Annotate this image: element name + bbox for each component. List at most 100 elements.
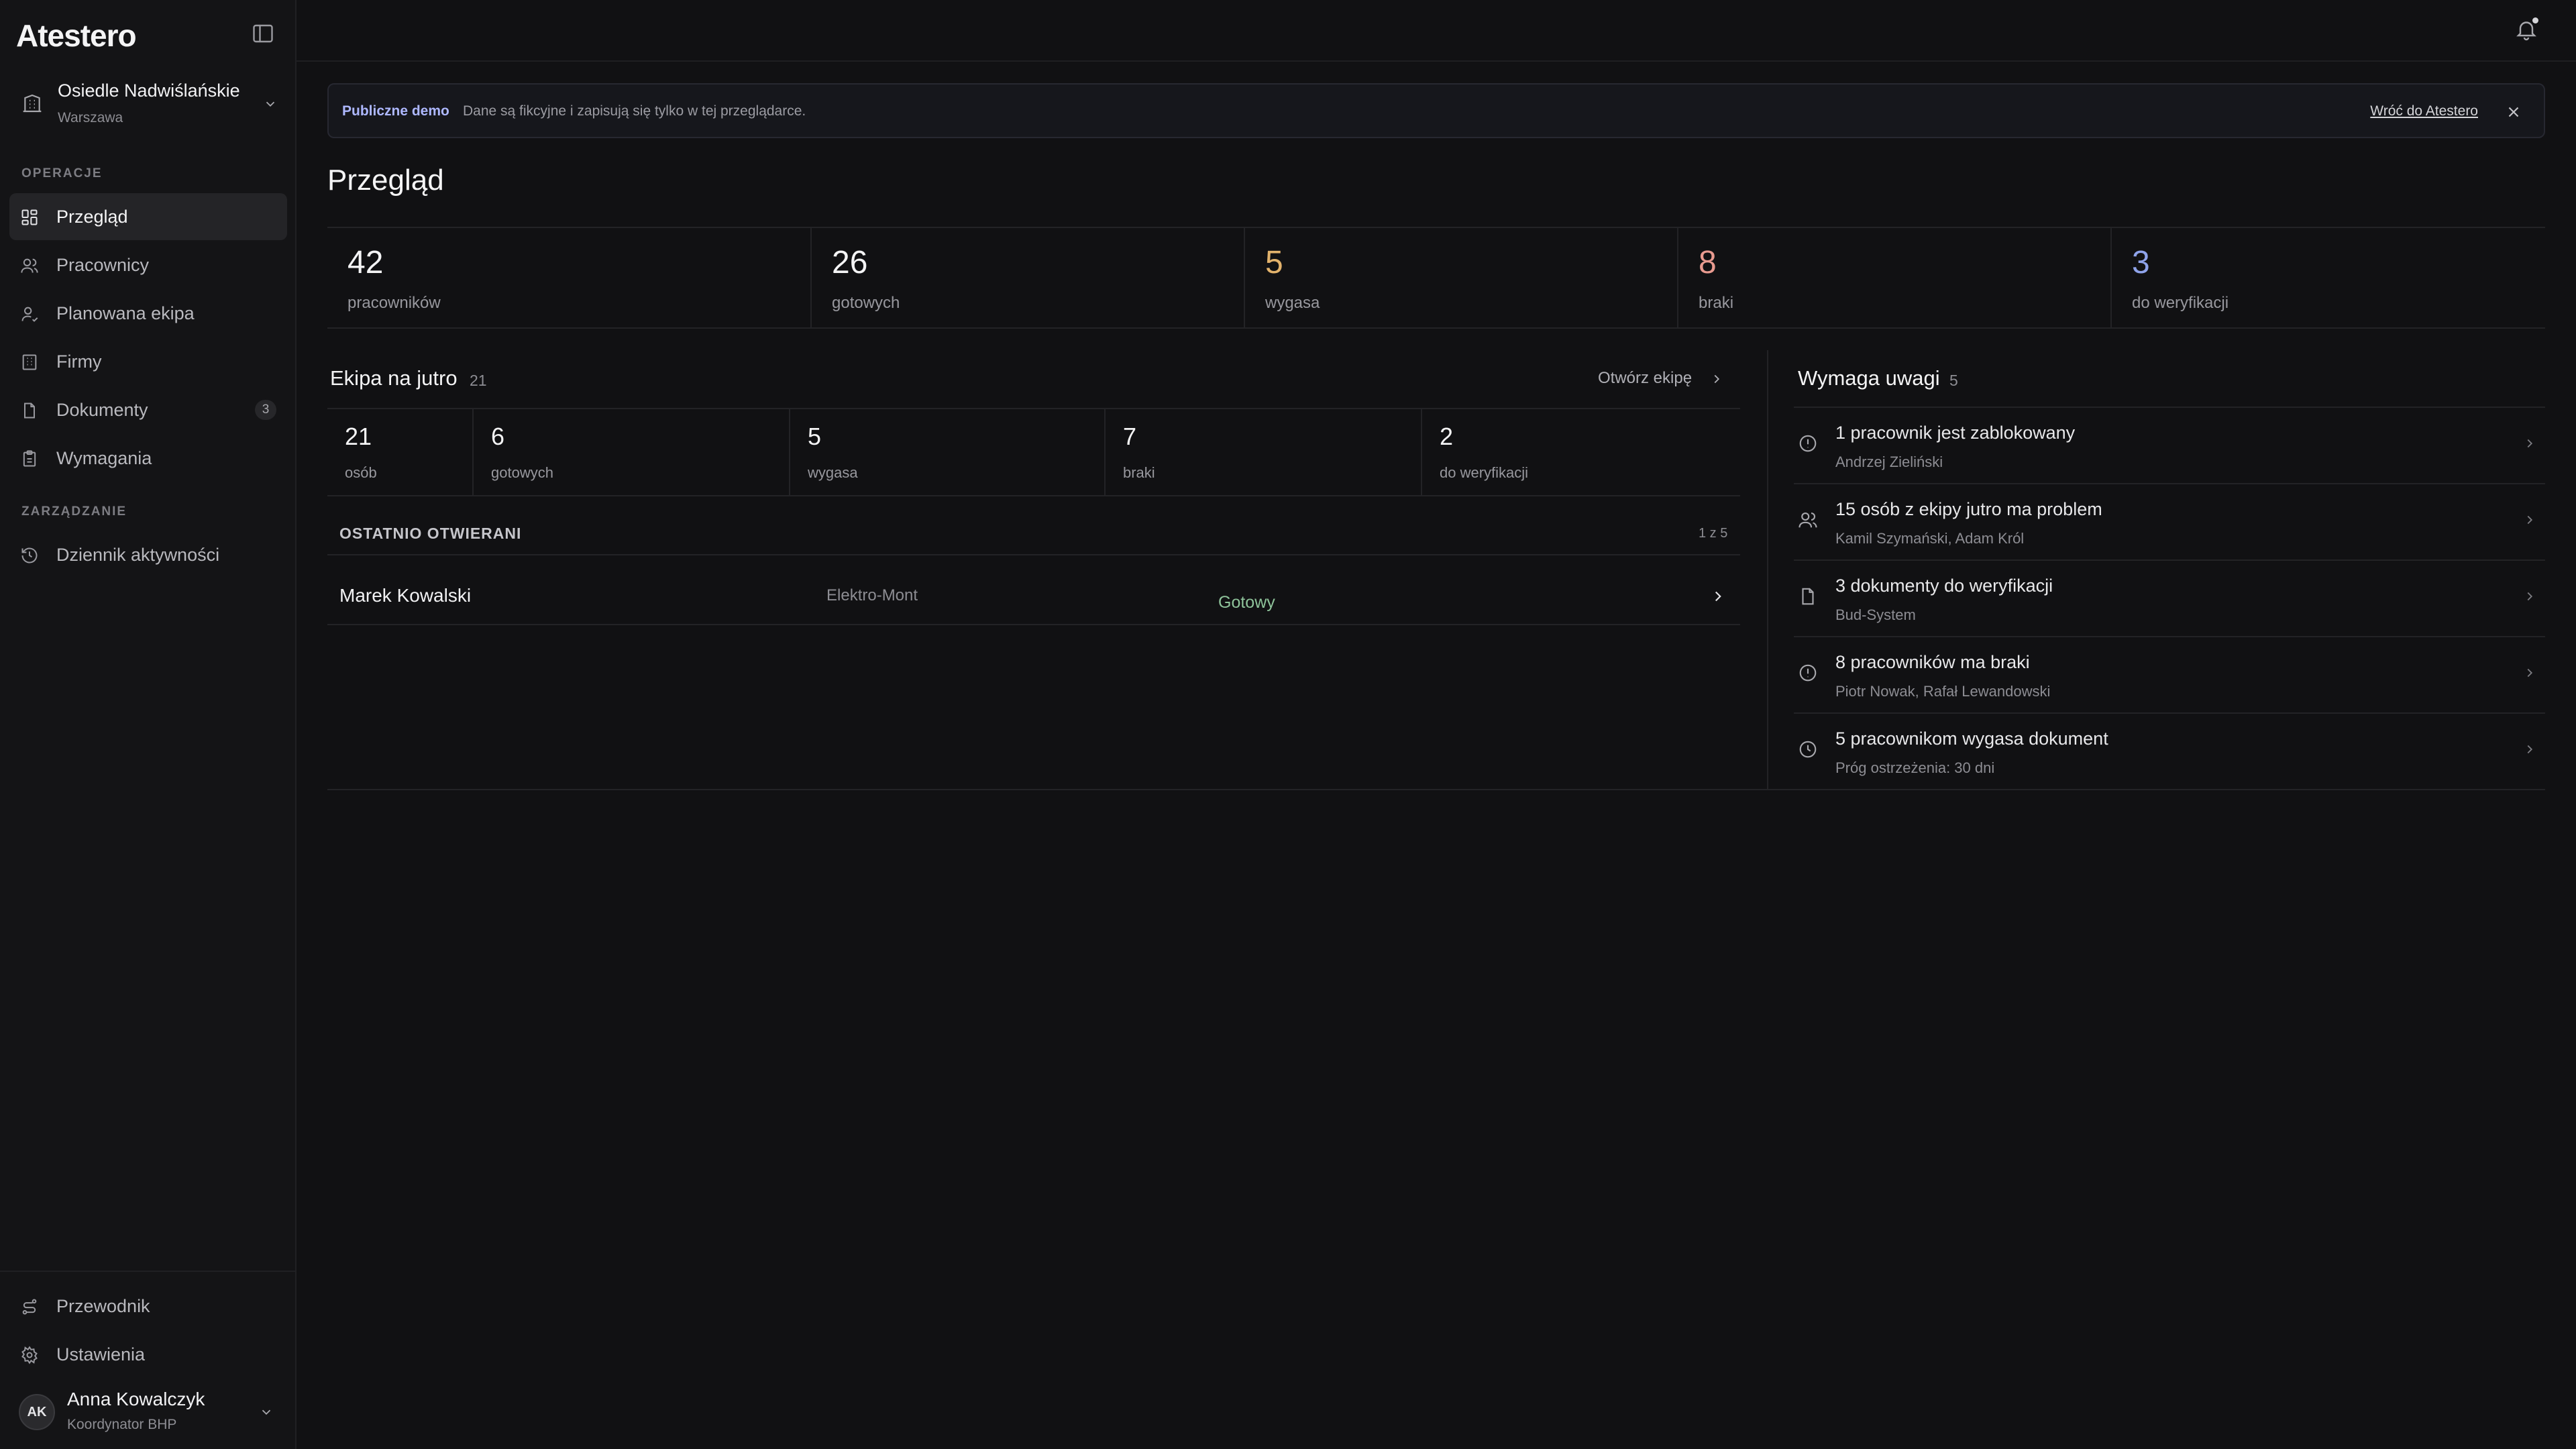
user-role: Koordynator BHP — [67, 1417, 177, 1432]
crew-stat-ready[interactable]: 6 gotowych — [474, 409, 790, 495]
stat-label: do weryfikacji — [1440, 464, 1529, 481]
users-icon — [1798, 510, 1818, 530]
crew-title: Ekipa na jutro — [330, 366, 458, 390]
route-icon — [20, 1297, 39, 1316]
chevron-right-icon — [1709, 588, 1727, 605]
sidebar-item-przeglad[interactable]: Przegląd — [9, 193, 287, 240]
recent-heading: OSTATNIO OTWIERANI — [339, 525, 522, 542]
attention-item[interactable]: 15 osób z ekipy jutro ma problem Kamil S… — [1794, 484, 2545, 561]
attention-item-title: 3 dokumenty do weryfikacji — [1835, 576, 2053, 596]
stat-label: braki — [1699, 294, 1734, 312]
attention-item-title: 5 pracownikom wygasa dokument — [1835, 729, 2108, 749]
sidebar-item-label: Wymagania — [56, 448, 152, 468]
stat-value: 3 — [2132, 245, 2150, 280]
stat-to-verify[interactable]: 3 do weryfikacji — [2112, 228, 2545, 327]
chevron-right-icon — [2522, 589, 2537, 604]
bell-icon[interactable] — [2514, 17, 2538, 42]
dashboard-icon — [20, 208, 39, 227]
clipboard-icon — [20, 449, 39, 468]
worker-company: Elektro-Mont — [826, 586, 918, 604]
attention-item[interactable]: 8 pracowników ma braki Piotr Nowak, Rafa… — [1794, 637, 2545, 714]
column-divider — [1767, 350, 1768, 790]
site-switcher[interactable]: Osiedle Nadwiślańskie Warszawa — [9, 71, 279, 136]
attention-item-sub: Andrzej Zieliński — [1835, 453, 1943, 470]
sidebar-item-dokumenty[interactable]: Dokumenty 3 — [9, 386, 287, 433]
stat-value: 7 — [1123, 423, 1137, 450]
attention-item-title: 8 pracowników ma braki — [1835, 652, 2030, 672]
attention-item-title: 15 osób z ekipy jutro ma problem — [1835, 499, 2102, 519]
crew-stat-to-verify[interactable]: 2 do weryfikacji — [1422, 409, 1740, 495]
sidebar-item-firmy[interactable]: Firmy — [9, 338, 287, 385]
sidebar-item-label: Przewodnik — [56, 1296, 150, 1316]
crew-icon — [20, 305, 39, 323]
sidebar-item-dziennik[interactable]: Dziennik aktywności — [9, 531, 287, 578]
sidebar-item-label: Dokumenty — [56, 400, 148, 420]
chevron-right-icon — [2522, 513, 2537, 527]
stat-label: do weryfikacji — [2132, 294, 2229, 312]
stat-value: 5 — [808, 423, 822, 450]
user-name: Anna Kowalczyk — [67, 1389, 205, 1409]
close-icon[interactable] — [2505, 103, 2522, 121]
sidebar-item-label: Przegląd — [56, 207, 128, 227]
avatar: AK — [19, 1394, 55, 1430]
section-management: ZARZĄDZANIE — [21, 504, 127, 519]
sidebar-item-label: Ustawienia — [56, 1344, 146, 1364]
stat-value: 6 — [491, 423, 505, 450]
app-root: Atestero Osiedle Nadwiślańskie Warszawa … — [0, 0, 2576, 1449]
attention-title: Wymaga uwagi — [1798, 366, 1940, 390]
back-to-atestero-link[interactable]: Wróć do Atestero — [2370, 103, 2478, 119]
sidebar-item-pracownicy[interactable]: Pracownicy — [9, 241, 287, 288]
crew-stat-expiring[interactable]: 5 wygasa — [790, 409, 1106, 495]
history-icon — [20, 546, 39, 565]
document-icon — [20, 401, 39, 420]
chevron-right-icon — [2522, 742, 2537, 757]
demo-banner: Publiczne demo Dane są fikcyjne i zapisu… — [327, 83, 2545, 138]
stat-value: 2 — [1440, 423, 1454, 450]
divider — [327, 789, 2545, 790]
sidebar-item-label: Firmy — [56, 352, 102, 372]
app-logo[interactable]: Atestero — [16, 17, 137, 54]
users-icon — [20, 256, 39, 275]
topbar — [297, 0, 2576, 62]
stat-ready[interactable]: 26 gotowych — [812, 228, 1245, 327]
stat-value: 42 — [347, 245, 384, 280]
attention-item[interactable]: 5 pracownikom wygasa dokument Próg ostrz… — [1794, 714, 2545, 790]
crew-stat-missing[interactable]: 7 braki — [1106, 409, 1422, 495]
page-title: Przegląd — [327, 164, 444, 197]
clock-icon — [1798, 739, 1818, 759]
stat-label: gotowych — [491, 464, 553, 481]
stat-label: braki — [1123, 464, 1155, 481]
stat-label: osób — [345, 464, 377, 481]
crew-stats: 21 osób 6 gotowych 5 wygasa 7 braki 2 do… — [327, 408, 1740, 496]
attention-item[interactable]: 1 pracownik jest zablokowany Andrzej Zie… — [1794, 408, 2545, 484]
status-badge: Gotowy — [1218, 593, 1275, 612]
sidebar-item-ustawienia[interactable]: Ustawienia — [9, 1331, 287, 1378]
sidebar: Atestero Osiedle Nadwiślańskie Warszawa … — [0, 0, 297, 1449]
user-menu[interactable]: AK Anna Kowalczyk Koordynator BHP — [9, 1381, 287, 1442]
stat-label: pracowników — [347, 294, 441, 312]
alert-circle-icon — [1798, 433, 1818, 453]
chevron-right-icon — [2522, 665, 2537, 680]
stats-row: 42 pracowników 26 gotowych 5 wygasa 8 br… — [327, 227, 2545, 329]
building-icon — [21, 93, 43, 114]
site-city: Warszawa — [58, 110, 123, 125]
sidebar-collapse-icon[interactable] — [251, 21, 275, 46]
open-crew-link[interactable]: Otwórz ekipę — [1598, 369, 1720, 388]
recent-row[interactable]: Marek Kowalski Elektro-Mont Gotowy — [327, 572, 1740, 625]
attention-item[interactable]: 3 dokumenty do weryfikacji Bud-System — [1794, 561, 2545, 637]
gear-icon — [20, 1346, 39, 1364]
stat-expiring[interactable]: 5 wygasa — [1245, 228, 1678, 327]
divider — [327, 554, 1740, 555]
site-name: Osiedle Nadwiślańskie — [58, 80, 240, 101]
sidebar-item-wymagania[interactable]: Wymagania — [9, 435, 287, 482]
building-icon — [20, 353, 39, 372]
stat-workers[interactable]: 42 pracowników — [327, 228, 812, 327]
open-crew-label: Otwórz ekipę — [1598, 369, 1693, 387]
sidebar-item-planowana-ekipa[interactable]: Planowana ekipa — [9, 290, 287, 337]
stat-missing[interactable]: 8 braki — [1678, 228, 2112, 327]
sidebar-item-przewodnik[interactable]: Przewodnik — [9, 1283, 287, 1330]
attention-list: 1 pracownik jest zablokowany Andrzej Zie… — [1794, 407, 2545, 790]
crew-stat-people[interactable]: 21 osób — [327, 409, 474, 495]
stat-value: 21 — [345, 423, 372, 450]
alert-circle-icon — [1798, 663, 1818, 683]
